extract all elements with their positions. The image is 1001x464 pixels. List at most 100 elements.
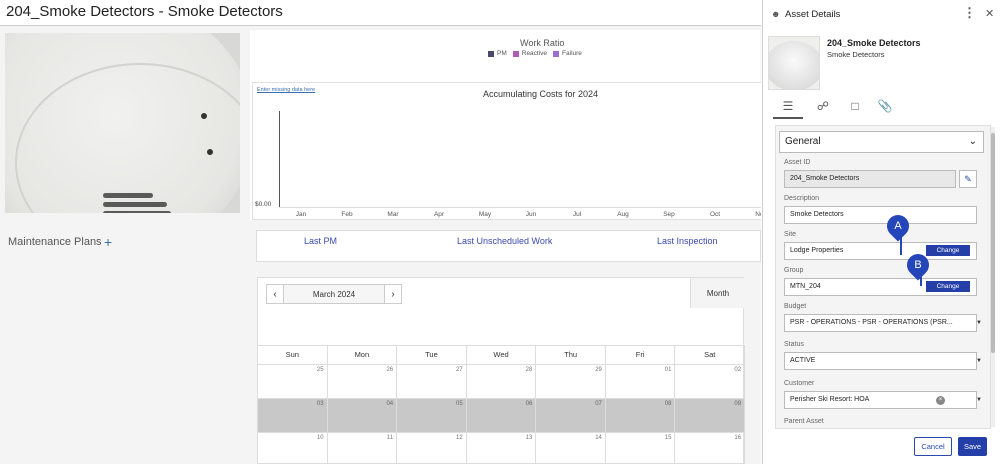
main-content: 204_Smoke Detectors - Smoke Detectors Wo…	[0, 0, 761, 464]
calendar-day[interactable]: 01	[606, 365, 676, 398]
x-tick-label: Jun	[525, 211, 537, 218]
work-ratio-title: Work Ratio	[520, 38, 565, 48]
status-select[interactable]: ACTIVE	[784, 352, 977, 370]
notes-tab-icon[interactable]: □	[845, 99, 865, 117]
chevron-down-icon: ⌄	[968, 136, 977, 147]
calendar-day[interactable]: 05	[397, 399, 467, 432]
calendar-day[interactable]: 27	[397, 365, 467, 398]
legend-swatch	[488, 50, 494, 57]
month-view-tab[interactable]: Month	[690, 278, 745, 308]
calendar-day[interactable]: 02	[675, 365, 746, 398]
pencil-icon[interactable]: ✎	[959, 170, 977, 188]
accumulating-costs-chart: Enter missing data here Accumulating Cos…	[252, 82, 761, 220]
enter-missing-data-link[interactable]: Enter missing data here	[257, 87, 315, 93]
callout-label-a: A	[894, 220, 902, 232]
status-label: Status	[784, 341, 804, 348]
asset-photo	[5, 33, 240, 213]
cancel-button[interactable]: Cancel	[914, 437, 952, 456]
clear-icon[interactable]: ×	[936, 396, 945, 405]
calendar-day[interactable]: 29	[536, 365, 606, 398]
attachments-tab-icon[interactable]: 📎	[875, 99, 895, 117]
add-maintenance-plan-icon[interactable]: +	[104, 234, 112, 250]
asset-name: 204_Smoke Detectors	[827, 38, 921, 48]
callout-label-b: B	[914, 259, 922, 271]
details-tab-icon[interactable]: ☰	[778, 99, 798, 117]
user-icon: ☻	[771, 9, 781, 19]
legend-item-reactive: Reactive	[512, 50, 547, 57]
scroll-thumb[interactable]	[991, 133, 995, 353]
charts-panel: Work Ratio PM Reactive Failure Enter mis…	[250, 30, 761, 220]
customer-label: Customer	[784, 380, 815, 387]
x-tick-label: Sep	[663, 211, 675, 218]
calendar-week: 25 26 27 28 29 01 02	[258, 365, 746, 399]
calendar-day[interactable]: 03	[258, 399, 328, 432]
calendar-day[interactable]: 08	[605, 399, 676, 432]
calendar-day[interactable]: 13	[467, 433, 537, 464]
page-title: 204_Smoke Detectors - Smoke Detectors	[6, 3, 283, 20]
calendar-day[interactable]: 09	[675, 399, 746, 432]
x-tick-label: Oct	[709, 211, 721, 218]
title-bar: 204_Smoke Detectors - Smoke Detectors	[0, 0, 761, 26]
general-form: General ⌄ Asset ID 204_Smoke Detectors ✎…	[775, 125, 991, 429]
group-change-button[interactable]: Change	[926, 281, 970, 292]
calendar-day[interactable]: 26	[328, 365, 398, 398]
close-icon[interactable]: ✕	[985, 7, 994, 20]
description-field[interactable]: Smoke Detectors	[784, 206, 977, 224]
calendar-week: 10 11 12 13 14 15 16	[258, 433, 746, 464]
calendar-day[interactable]: 12	[397, 433, 467, 464]
x-tick-label: Apr	[433, 211, 445, 218]
calendar: ‹ March 2024 › Month Sun Mon Tue Wed Thu…	[257, 277, 746, 464]
x-tick-label: Nov	[755, 211, 761, 218]
last-work-row: Last PM Last Unscheduled Work Last Inspe…	[256, 230, 761, 262]
weekday-label: Sat	[675, 346, 746, 364]
calendar-day[interactable]: 10	[258, 433, 328, 464]
x-tick-label: Aug	[617, 211, 629, 218]
hierarchy-tab-icon[interactable]: ☍	[813, 99, 833, 117]
site-label: Site	[784, 231, 797, 238]
calendar-day[interactable]: 28	[467, 365, 537, 398]
save-button[interactable]: Save	[958, 437, 987, 456]
legend-swatch	[553, 50, 560, 57]
x-axis	[279, 207, 761, 208]
calendar-day[interactable]: 25	[258, 365, 328, 398]
weekday-label: Fri	[606, 346, 676, 364]
legend-item-failure: Failure	[553, 50, 582, 57]
panel-scrollbar[interactable]	[991, 127, 995, 427]
calendar-day[interactable]: 15	[606, 433, 676, 464]
calendar-day[interactable]: 07	[536, 399, 606, 432]
calendar-day[interactable]: 06	[466, 399, 537, 432]
last-unscheduled-link[interactable]: Last Unscheduled Work	[457, 236, 552, 246]
x-tick-label: Jul	[572, 211, 582, 218]
calendar-day[interactable]: 16	[675, 433, 746, 464]
calendar-day[interactable]: 04	[327, 399, 398, 432]
panel-tabs: ☰ ☍ □ 📎	[773, 97, 993, 119]
caret-down-icon: ▼	[976, 397, 982, 403]
x-tick-label: Jan	[295, 211, 307, 218]
group-label: Group	[784, 267, 804, 274]
caret-down-icon: ▼	[976, 320, 982, 326]
site-change-button[interactable]: Change	[926, 245, 970, 256]
calendar-day[interactable]: 14	[536, 433, 606, 464]
customer-select[interactable]: Perisher Ski Resort: HOA	[784, 391, 977, 409]
legend-swatch	[512, 50, 519, 57]
active-tab-indicator	[773, 117, 803, 119]
chart-title: Accumulating Costs for 2024	[483, 89, 599, 99]
chevron-right-icon[interactable]: ›	[384, 284, 402, 304]
weekday-label: Mon	[328, 346, 398, 364]
chevron-left-icon[interactable]: ‹	[266, 284, 284, 304]
budget-select[interactable]: PSR - OPERATIONS - PSR - OPERATIONS (PSR…	[784, 314, 977, 332]
asset-thumbnail	[768, 36, 820, 90]
more-vertical-icon[interactable]: ⋮	[963, 5, 976, 21]
calendar-month-label: March 2024	[284, 284, 384, 304]
y-axis	[279, 111, 280, 207]
weekday-label: Wed	[467, 346, 537, 364]
last-inspection-link[interactable]: Last Inspection	[657, 236, 718, 246]
weekday-label: Sun	[258, 346, 328, 364]
maintenance-plans-label: Maintenance Plans	[8, 236, 102, 248]
asset-details-panel: ☻ Asset Details ⋮ ✕ 204_Smoke Detectors …	[762, 0, 1001, 464]
x-tick-label: Mar	[387, 211, 399, 218]
legend-item-pm: PM	[488, 50, 507, 57]
calendar-day[interactable]: 11	[328, 433, 398, 464]
general-section-select[interactable]: General ⌄	[779, 131, 984, 153]
last-pm-link[interactable]: Last PM	[304, 236, 337, 246]
